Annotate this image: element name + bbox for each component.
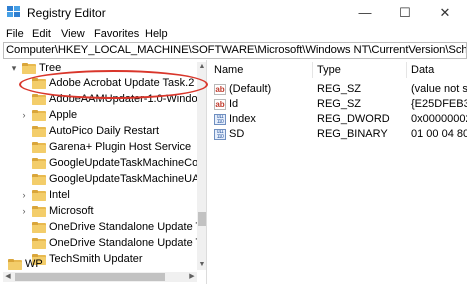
chevron-down-icon[interactable]: ▾ xyxy=(9,61,19,76)
scroll-down-arrow-icon[interactable]: ▼ xyxy=(197,260,206,270)
value-data: {E25DFEB3-F xyxy=(411,98,467,110)
folder-icon xyxy=(32,222,46,233)
menu-help[interactable]: Help xyxy=(145,28,168,40)
string-value-icon: ab xyxy=(214,99,226,110)
folder-icon xyxy=(32,126,46,137)
scroll-right-arrow-icon[interactable]: ▶ xyxy=(187,272,197,282)
tree-item-label: OneDrive Standalone Update Ta xyxy=(49,237,207,249)
column-separator[interactable] xyxy=(406,62,407,78)
binary-value-icon: 011 110 xyxy=(214,129,226,140)
value-data: 01 00 04 80 7 xyxy=(411,128,467,140)
column-header-name[interactable]: Name xyxy=(214,63,243,78)
folder-icon xyxy=(32,110,46,121)
tree-item-label: OneDrive Standalone Update Ta xyxy=(49,221,207,233)
tree-item-label: Garena+ Plugin Host Service xyxy=(49,141,192,153)
tree-item-label: Apple xyxy=(49,109,78,121)
annotation-ellipse xyxy=(19,70,208,99)
chevron-right-icon[interactable]: › xyxy=(19,108,29,123)
menu-view[interactable]: View xyxy=(61,28,85,40)
tree-item-label: Intel xyxy=(49,189,70,201)
tree-vertical-scrollbar[interactable]: ▲ ▼ xyxy=(197,62,206,270)
value-row[interactable]: 011 110 Index REG_DWORD 0x00000002 xyxy=(208,112,467,127)
menu-file[interactable]: File xyxy=(6,28,24,40)
title-bar: Registry Editor — ☐ ✕ xyxy=(0,0,467,26)
menu-favorites[interactable]: Favorites xyxy=(94,28,139,40)
value-type: REG_DWORD xyxy=(317,113,390,125)
registry-editor-app-icon xyxy=(7,6,20,17)
folder-icon xyxy=(22,63,36,74)
column-header-type[interactable]: Type xyxy=(317,63,341,78)
folder-icon xyxy=(32,158,46,169)
menu-edit[interactable]: Edit xyxy=(32,28,51,40)
value-data: 0x00000002 xyxy=(411,113,467,125)
values-list-pane[interactable]: Name Type Data ab (Default) REG_SZ (valu… xyxy=(208,60,467,284)
column-header-data[interactable]: Data xyxy=(411,63,434,78)
scroll-thumb[interactable] xyxy=(15,273,165,281)
tree-item-label: GoogleUpdateTaskMachineUA xyxy=(49,173,200,185)
binary-value-icon: 011 110 xyxy=(214,114,226,125)
folder-icon xyxy=(32,206,46,217)
address-bar[interactable]: Computer\HKEY_LOCAL_MACHINE\SOFTWARE\Mic… xyxy=(3,42,467,59)
value-name: Index xyxy=(229,113,256,125)
scroll-up-arrow-icon[interactable]: ▲ xyxy=(197,62,206,72)
tree-item-label: WP xyxy=(25,258,43,270)
column-separator[interactable] xyxy=(312,62,313,78)
value-row[interactable]: ab (Default) REG_SZ (value not se xyxy=(208,82,467,97)
value-name: (Default) xyxy=(229,83,272,95)
maximize-button[interactable]: ☐ xyxy=(385,0,425,26)
value-row[interactable]: 011110 SD REG_BINARY 01 00 04 80 7 xyxy=(208,127,467,142)
scroll-left-arrow-icon[interactable]: ◀ xyxy=(3,272,13,282)
tree-horizontal-scrollbar[interactable]: ◀ ▶ xyxy=(3,272,197,282)
value-name: Id xyxy=(229,98,239,110)
string-value-icon: ab xyxy=(214,84,226,95)
scroll-thumb[interactable] xyxy=(198,212,206,226)
chevron-right-icon[interactable]: › xyxy=(19,188,29,203)
address-path: Computer\HKEY_LOCAL_MACHINE\SOFTWARE\Mic… xyxy=(6,44,467,56)
menu-bar: File Edit View Favorites Help xyxy=(0,26,467,43)
value-type: REG_BINARY xyxy=(317,128,388,140)
chevron-right-icon[interactable]: › xyxy=(19,204,29,219)
folder-icon xyxy=(32,174,46,185)
tree-item-label: Microsoft xyxy=(49,205,94,217)
minimize-button[interactable]: — xyxy=(345,0,385,26)
value-type: REG_SZ xyxy=(317,83,362,95)
folder-icon xyxy=(8,259,22,270)
folder-icon xyxy=(32,142,46,153)
folder-icon xyxy=(32,238,46,249)
window-title: Registry Editor xyxy=(27,6,106,20)
value-row[interactable]: ab Id REG_SZ {E25DFEB3-F xyxy=(208,97,467,112)
value-type: REG_SZ xyxy=(317,98,362,110)
tree-item-label: AutoPico Daily Restart xyxy=(49,125,160,137)
tree-item-label: TechSmith Updater xyxy=(49,253,143,265)
value-name: SD xyxy=(229,128,245,140)
value-data: (value not se xyxy=(411,83,467,95)
folder-icon xyxy=(32,94,46,105)
tree-item-label: GoogleUpdateTaskMachineCore xyxy=(49,157,207,169)
folder-icon xyxy=(32,190,46,201)
close-button[interactable]: ✕ xyxy=(425,0,465,26)
